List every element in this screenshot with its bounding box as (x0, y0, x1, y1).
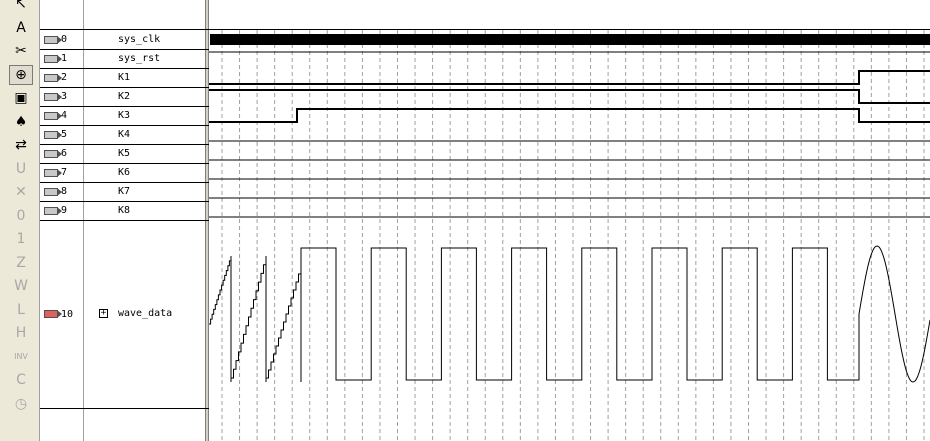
input-pin-icon (44, 54, 62, 63)
header-divider (40, 29, 930, 30)
forcing-unknown-tool-icon[interactable]: ✕ (9, 182, 33, 202)
row-divider (40, 125, 209, 126)
input-pin-icon (44, 187, 62, 196)
zoom-tool-icon[interactable]: ⊕ (9, 64, 33, 85)
signal-name-K3[interactable]: K3 (118, 109, 130, 123)
signal-name-K2[interactable]: K2 (118, 90, 130, 104)
wave-K1 (209, 70, 930, 85)
uninit-tool-icon[interactable]: U (9, 159, 33, 179)
weak-low-tool-icon[interactable]: L (9, 300, 33, 320)
wave-K2 (209, 89, 930, 104)
waveform-area[interactable] (209, 0, 930, 441)
signal-name-K1[interactable]: K1 (118, 71, 130, 85)
wave-sys_clk (210, 34, 930, 45)
signal-name-K6[interactable]: K6 (118, 166, 130, 180)
signal-index-2[interactable]: 2 (44, 71, 67, 85)
signal-name-K8[interactable]: K8 (118, 204, 130, 218)
input-pin-icon (44, 92, 62, 101)
fullscreen-tool-icon[interactable]: ▣ (9, 88, 33, 108)
signal-index-6[interactable]: 6 (44, 147, 67, 161)
row-divider (40, 408, 209, 409)
signal-index-5[interactable]: 5 (44, 128, 67, 142)
input-pin-icon (44, 73, 62, 82)
row-divider (40, 49, 209, 50)
row-divider (40, 163, 209, 164)
signal-name-wave_data[interactable]: wave_data (118, 307, 172, 321)
signal-index-9[interactable]: 9 (44, 204, 67, 218)
signal-name-K4[interactable]: K4 (118, 128, 130, 142)
row-divider (40, 144, 209, 145)
input-pin-icon (44, 149, 62, 158)
signal-index-10[interactable]: 10 (44, 307, 73, 321)
signal-name-K7[interactable]: K7 (118, 185, 130, 199)
row-divider (40, 220, 209, 221)
clock-tool-icon[interactable]: ◷ (9, 394, 33, 414)
replace-tool-icon[interactable]: ⇄ (9, 135, 33, 155)
weak-high-tool-icon[interactable]: H (9, 323, 33, 343)
signal-name-sys_clk[interactable]: sys_clk (118, 33, 160, 47)
signal-index-7[interactable]: 7 (44, 166, 67, 180)
row-divider (40, 106, 209, 107)
input-pin-icon (44, 168, 62, 177)
row-divider (40, 182, 209, 183)
find-tool-icon[interactable]: ♠ (9, 112, 33, 132)
count-value-tool-icon[interactable]: C (9, 370, 33, 390)
wave-K3 (209, 108, 930, 123)
signal-index-label: 10 (61, 308, 74, 320)
wave-edit-tool-icon[interactable]: ✂ (9, 41, 33, 61)
bus-pin-icon (44, 310, 62, 318)
signal-index-3[interactable]: 3 (44, 90, 67, 104)
row-divider (40, 68, 209, 69)
signal-index-4[interactable]: 4 (44, 109, 67, 123)
row-divider (40, 87, 209, 88)
forcing-low-tool-icon[interactable]: 0 (9, 206, 33, 226)
weak-unknown-tool-icon[interactable]: W (9, 276, 33, 296)
forcing-high-tool-icon[interactable]: 1 (9, 229, 33, 249)
signal-index-1[interactable]: 1 (44, 52, 67, 66)
signal-index-0[interactable]: 0 (44, 33, 67, 47)
input-pin-icon (44, 206, 62, 215)
invert-tool-icon[interactable]: INV (9, 347, 33, 367)
wave-wave_data (209, 245, 930, 383)
waveform-toolbar: ↖ A ✂ ⊕ ▣ ♠ ⇄ U ✕ 0 1 Z W L H INV C ◷ (0, 0, 40, 441)
high-impedance-tool-icon[interactable]: Z (9, 253, 33, 273)
signal-name-K5[interactable]: K5 (118, 147, 130, 161)
text-tool-icon[interactable]: A (9, 18, 33, 38)
input-pin-icon (44, 35, 62, 44)
select-tool-icon[interactable]: ↖ (9, 0, 33, 14)
row-divider (40, 201, 209, 202)
expand-bus-icon[interactable]: + (99, 309, 108, 318)
signal-index-8[interactable]: 8 (44, 185, 67, 199)
signal-name-sys_rst[interactable]: sys_rst (118, 52, 160, 66)
input-pin-icon (44, 111, 62, 120)
input-pin-icon (44, 130, 62, 139)
